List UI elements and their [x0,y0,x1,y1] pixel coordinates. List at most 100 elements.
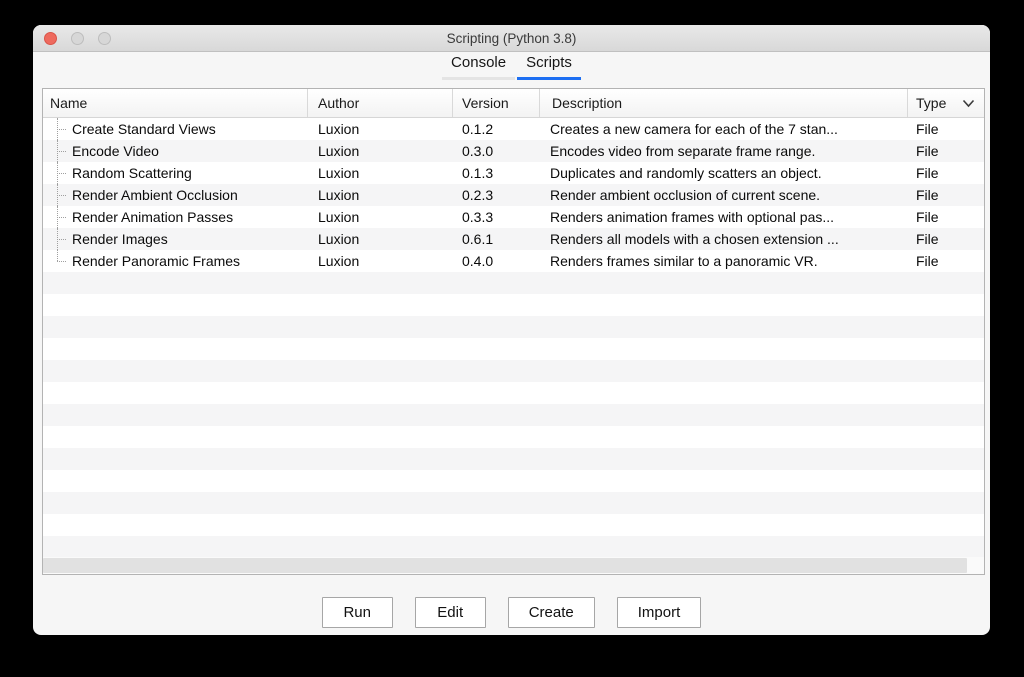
cell-version: 0.1.3 [453,162,540,184]
cell-version-text: 0.2.3 [462,187,494,203]
scripting-window: Scripting (Python 3.8) Console Scripts N… [33,25,990,635]
tree-branch-icon [57,239,66,240]
tree-branch-icon [57,250,58,261]
cell-description: Renders animation frames with optional p… [540,206,908,228]
cell-description: Encodes video from separate frame range. [540,140,908,162]
cell-name-text: Encode Video [72,143,159,159]
cell-name-text: Render Animation Passes [72,209,234,225]
cell-author-text: Luxion [318,187,360,203]
cell-version-text: 0.3.3 [462,209,494,225]
create-button[interactable]: Create [507,597,595,628]
cell-version: 0.1.2 [453,118,540,140]
cell-author: Luxion [308,118,453,140]
cell-name-text: Render Panoramic Frames [72,253,241,269]
cell-version-text: 0.1.2 [462,121,494,137]
tree-branch-icon [57,261,66,262]
action-buttons: Run Edit Create Import [33,597,990,628]
column-header-type-label: Type [916,95,947,111]
column-header-type[interactable]: Type [908,89,984,117]
cell-name-text: Render Ambient Occlusion [72,187,238,203]
cell-author-text: Luxion [318,253,360,269]
cell-name: Create Standard Views [43,118,308,140]
table-row[interactable]: Render Animation Passes Luxion 0.3.3 Render… [43,206,984,228]
cell-author-text: Luxion [318,143,360,159]
tree-branch-icon [57,173,66,174]
cell-description-text: Renders animation frames with optional p… [550,209,835,225]
cell-description-text: Encodes video from separate frame range. [550,143,816,159]
cell-version: 0.3.0 [453,140,540,162]
cell-author: Luxion [308,250,453,272]
cell-author-text: Luxion [318,165,360,181]
column-header-version[interactable]: Version [453,89,540,117]
cell-type-text: File [916,121,939,137]
cell-description: Duplicates and randomly scatters an obje… [540,162,908,184]
cell-version: 0.2.3 [453,184,540,206]
cell-type-text: File [916,231,939,247]
cell-author-text: Luxion [318,121,360,137]
tree-branch-icon [57,195,66,196]
tab-bar: Console Scripts [33,53,990,80]
cell-version-text: 0.3.0 [462,143,494,159]
cell-name: Encode Video [43,140,308,162]
cell-type: File [908,184,984,206]
scripts-table: Name Author Version Description Type Cre… [42,88,985,575]
cell-type: File [908,118,984,140]
cell-version-text: 0.1.3 [462,165,494,181]
cell-author-text: Luxion [318,231,360,247]
cell-author: Luxion [308,206,453,228]
import-button[interactable]: Import [616,597,702,628]
table-body: Create Standard Views Luxion 0.1.2 Creates … [43,118,984,557]
cell-description-text: Renders all models with a chosen extensi… [550,231,839,247]
column-header-author[interactable]: Author [308,89,453,117]
table-row[interactable]: Render Ambient Occlusion Luxion 0.2.3 Rende… [43,184,984,206]
cell-name: Render Ambient Occlusion [43,184,308,206]
table-row[interactable]: Render Images Luxion 0.6.1 Renders all mode… [43,228,984,250]
cell-type-text: File [916,187,939,203]
horizontal-scrollbar-thumb[interactable] [43,558,967,573]
cell-name: Render Panoramic Frames [43,250,308,272]
column-header-description[interactable]: Description [540,89,908,117]
cell-type-text: File [916,165,939,181]
cell-description: Render ambient occlusion of current scen… [540,184,908,206]
table-row[interactable]: Render Panoramic Frames Luxion 0.4.0 Render… [43,250,984,272]
cell-version: 0.6.1 [453,228,540,250]
tree-branch-icon [57,217,66,218]
cell-name-text: Create Standard Views [72,121,216,137]
cell-name: Random Scattering [43,162,308,184]
cell-name-text: Random Scattering [72,165,192,181]
cell-version-text: 0.6.1 [462,231,494,247]
tree-branch-icon [57,151,66,152]
cell-description: Renders all models with a chosen extensi… [540,228,908,250]
cell-description-text: Render ambient occlusion of current scen… [550,187,821,203]
cell-author: Luxion [308,228,453,250]
cell-version: 0.4.0 [453,250,540,272]
tab-console[interactable]: Console [442,53,516,80]
cell-type-text: File [916,253,939,269]
table-row[interactable]: Random Scattering Luxion 0.1.3 Duplicates a… [43,162,984,184]
run-button[interactable]: Run [321,597,393,628]
cell-author: Luxion [308,184,453,206]
cell-version-text: 0.4.0 [462,253,494,269]
cell-name: Render Images [43,228,308,250]
window-title: Scripting (Python 3.8) [446,31,577,46]
column-header-name[interactable]: Name [43,89,308,117]
table-row[interactable]: Encode Video Luxion 0.3.0 Encodes video fro… [43,140,984,162]
cell-type: File [908,162,984,184]
cell-description-text: Duplicates and randomly scatters an obje… [550,165,822,181]
tab-scripts[interactable]: Scripts [517,53,581,80]
cell-type-text: File [916,143,939,159]
edit-button[interactable]: Edit [414,597,486,628]
cell-author: Luxion [308,162,453,184]
cell-type: File [908,140,984,162]
cell-type: File [908,228,984,250]
cell-name: Render Animation Passes [43,206,308,228]
horizontal-scrollbar[interactable] [43,557,984,574]
cell-type: File [908,206,984,228]
empty-rows-area [43,272,984,557]
title-bar[interactable]: Scripting (Python 3.8) [33,25,990,52]
cell-name-text: Render Images [72,231,168,247]
cell-type: File [908,250,984,272]
cell-description-text: Renders frames similar to a panoramic VR… [550,253,818,269]
table-row[interactable]: Create Standard Views Luxion 0.1.2 Creates … [43,118,984,140]
chevron-down-icon[interactable] [962,99,975,108]
